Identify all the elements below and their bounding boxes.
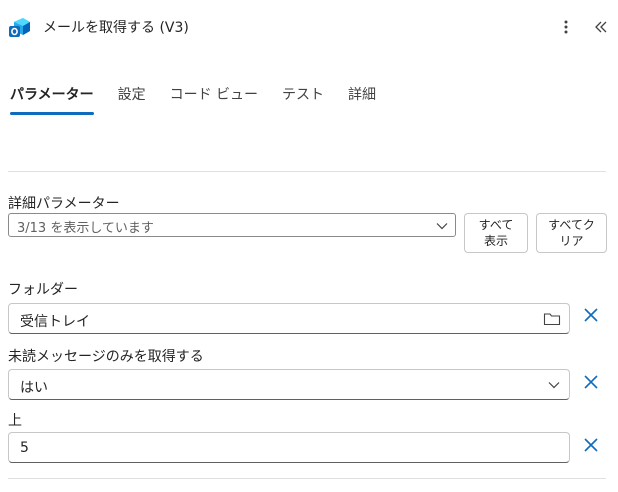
chevron-down-icon [436, 223, 448, 230]
show-all-label-line2: 表示 [483, 234, 508, 248]
tab-code-view[interactable]: コード ビュー [170, 82, 258, 116]
folder-value: 受信トレイ [20, 314, 90, 330]
chevron-down-icon [548, 382, 560, 389]
top-label: 上 [8, 413, 22, 429]
more-options-button[interactable] [556, 16, 576, 38]
more-vertical-icon [564, 20, 568, 34]
clear-unread-only-button[interactable] [582, 373, 600, 391]
page-title: メールを取得する (V3) [43, 20, 189, 36]
panel-header: メールを取得する (V3) [0, 0, 618, 54]
clear-all-label-line2: リア [559, 234, 584, 248]
clear-all-button[interactable]: すべてク リア [536, 213, 607, 253]
section-divider [8, 171, 606, 172]
tab-details[interactable]: 詳細 [348, 82, 376, 116]
clear-folder-button[interactable] [582, 306, 600, 324]
tab-test[interactable]: テスト [282, 82, 324, 116]
folder-icon[interactable] [543, 311, 561, 327]
unread-only-dropdown[interactable]: はい [8, 369, 570, 400]
double-chevron-left-icon [595, 21, 607, 33]
advanced-parameters-label: 詳細パラメーター [8, 196, 120, 212]
tab-parameters[interactable]: パラメーター [10, 82, 94, 116]
collapse-panel-button[interactable] [590, 16, 612, 38]
tab-list: パラメーター 設定 コード ビュー テスト 詳細 [10, 82, 400, 118]
show-all-label-line1: すべて [478, 218, 514, 232]
clear-all-label-line1: すべてク [548, 218, 595, 232]
unread-only-label: 未読メッセージのみを取得する [8, 349, 204, 365]
advanced-parameters-value: 3/13 を表示しています [17, 221, 154, 236]
top-input[interactable]: 5 [8, 432, 570, 463]
advanced-parameters-dropdown[interactable]: 3/13 を表示しています [8, 213, 456, 237]
top-value: 5 [20, 440, 29, 456]
clear-top-button[interactable] [582, 436, 600, 454]
folder-label: フォルダー [8, 282, 78, 298]
folder-field[interactable]: 受信トレイ [8, 303, 570, 334]
outlook-icon [8, 16, 32, 40]
bottom-divider [8, 478, 606, 479]
tab-settings[interactable]: 設定 [118, 82, 146, 116]
show-all-button[interactable]: すべて 表示 [464, 213, 528, 253]
unread-only-value: はい [20, 380, 48, 396]
